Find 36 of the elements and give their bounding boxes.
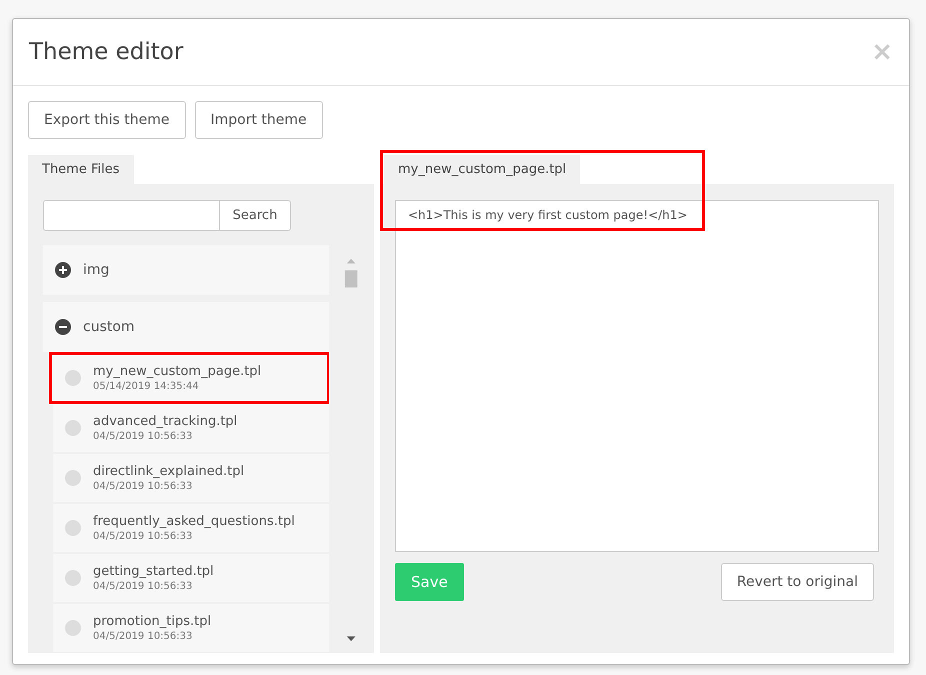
editor-tab[interactable]: my_new_custom_page.tpl [384,155,580,184]
radio-icon [65,370,81,386]
expand-icon [55,262,71,278]
file-date: 04/5/2019 10:56:33 [93,431,194,442]
revert-button[interactable]: Revert to original [720,563,874,601]
code-editor[interactable]: <h1>This is my very first custom page!</h1> [395,200,879,552]
file-date: 04/5/2019 10:56:33 [93,631,194,642]
radio-icon [65,570,81,586]
file-date: 05/14/2019 14:35:44 [93,381,200,392]
file-name: promotion_tips.tpl [93,614,212,629]
file-item[interactable]: promotion_tips.tpl 04/5/2019 10:56:33 [53,604,329,652]
file-item[interactable]: advanced_tracking.tpl 04/5/2019 10:56:33 [53,404,329,452]
file-item[interactable]: directlink_explained.tpl 04/5/2019 10:56:33 [53,454,329,502]
folder-item[interactable]: img [43,245,329,295]
file-item[interactable]: frequently_asked_questions.tpl 04/5/2019 10:56:33 [53,504,329,552]
file-date: 04/5/2019 10:56:33 [93,531,194,542]
file-name: directlink_explained.tpl [93,464,244,479]
radio-icon [65,470,81,486]
action-button[interactable]: Import theme [194,101,323,139]
dialog-title: Theme editor [29,39,184,65]
file-name: my_new_custom_page.tpl [93,364,262,379]
file-item[interactable]: getting_started.tpl 04/5/2019 10:56:33 [53,554,329,602]
files-tab[interactable]: Theme Files [28,155,134,184]
action-button[interactable]: Export this theme [28,101,186,139]
file-name: advanced_tracking.tpl [93,414,238,429]
collapse-icon [55,319,71,335]
radio-icon [65,420,81,436]
radio-icon [65,620,81,636]
file-name: frequently_asked_questions.tpl [93,514,295,529]
search-field[interactable] [43,200,220,231]
search-button[interactable]: Search [220,200,291,231]
radio-icon [65,520,81,536]
file-date: 04/5/2019 10:56:33 [93,481,194,492]
folder-item[interactable]: custom [43,302,329,352]
file-date: 04/5/2019 10:56:33 [93,581,194,592]
file-name: getting_started.tpl [93,564,214,579]
